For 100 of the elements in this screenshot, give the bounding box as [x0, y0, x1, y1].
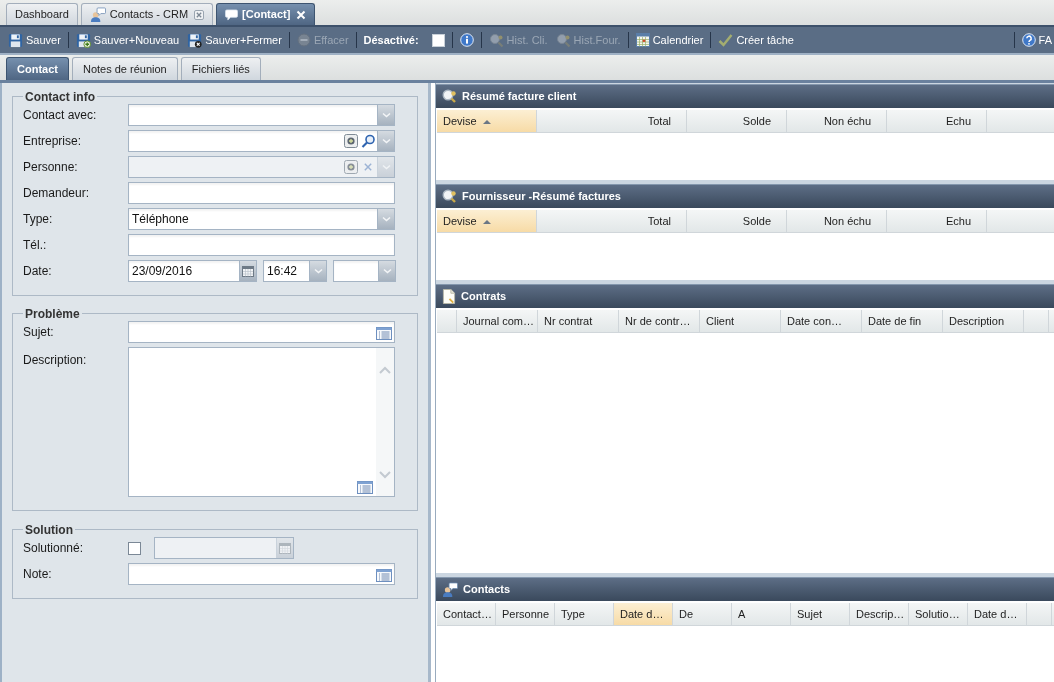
column-header[interactable]: Date d… — [968, 603, 1027, 625]
column-header-filler — [987, 110, 1054, 132]
combo-box[interactable]: Téléphone — [128, 208, 395, 230]
list-icon[interactable] — [357, 481, 373, 494]
text-field[interactable] — [128, 234, 395, 256]
tab[interactable]: [Contact] — [216, 3, 316, 25]
date-input[interactable]: 23/09/2016 — [129, 261, 239, 281]
calendar-icon — [242, 265, 254, 277]
column-header[interactable]: Echu — [887, 110, 987, 132]
floppy-plus-icon — [75, 32, 91, 48]
combo-box[interactable] — [333, 260, 396, 282]
dropdown-button[interactable] — [378, 261, 395, 281]
date-picker-button[interactable] — [239, 261, 256, 281]
chevron-down-icon — [382, 268, 392, 274]
column-header[interactable]: Date d… — [614, 603, 673, 625]
dropdown-button[interactable] — [309, 261, 326, 281]
column-header[interactable]: Total — [537, 210, 687, 232]
task-button[interactable]: Créer tâche — [716, 29, 796, 51]
column-header[interactable]: Solde — [687, 210, 787, 232]
checkmark-icon — [718, 33, 734, 47]
panel-title: Résumé facture client — [462, 89, 577, 105]
search-icon[interactable] — [361, 134, 375, 148]
text-field[interactable] — [128, 563, 395, 585]
people-icon — [442, 582, 458, 597]
dropdown-button[interactable] — [377, 105, 394, 125]
close-icon[interactable] — [194, 9, 205, 20]
field-label: Sujet: — [23, 324, 55, 341]
tab[interactable]: Dashboard — [6, 3, 78, 25]
column-header[interactable]: Nr de contr… — [619, 310, 700, 332]
chevron-down-icon — [313, 268, 323, 274]
section-legend: Problème — [23, 307, 82, 321]
chat-bubble-icon — [225, 8, 239, 21]
chevron-down-icon — [381, 138, 391, 144]
help-button[interactable]: FA — [1019, 29, 1054, 51]
combo-input[interactable]: Téléphone — [129, 209, 377, 229]
people-icon — [89, 7, 106, 22]
chevron-down-icon — [381, 112, 391, 118]
column-header[interactable]: Nr contrat — [538, 310, 619, 332]
dropdown-button[interactable] — [377, 209, 394, 229]
field-label: Solutionné: — [23, 540, 85, 557]
help-icon — [1021, 33, 1036, 47]
column-header[interactable]: Contact… — [437, 603, 496, 625]
column-header[interactable]: Type — [555, 603, 614, 625]
document-icon — [442, 289, 456, 304]
column-header[interactable]: Date con… — [781, 310, 862, 332]
time-input[interactable]: 16:42 — [264, 261, 309, 281]
tab[interactable]: Contact — [6, 57, 69, 80]
column-header[interactable]: Journal com… — [457, 310, 538, 332]
field-label: Type: — [23, 211, 54, 228]
field-label: Entreprise: — [23, 133, 83, 150]
field-label: Personne: — [23, 159, 79, 176]
text-field[interactable] — [128, 182, 395, 204]
list-icon[interactable] — [376, 569, 392, 582]
info-icon — [459, 33, 474, 47]
column-header[interactable]: Descrip… — [850, 603, 909, 625]
column-header[interactable]: Description — [943, 310, 1024, 332]
column-header[interactable]: Devise — [437, 110, 537, 132]
tab[interactable]: Fichiers liés — [180, 57, 261, 80]
column-header[interactable]: Total — [537, 110, 687, 132]
section-legend: Solution — [23, 523, 75, 537]
column-header[interactable]: Devise — [437, 210, 537, 232]
column-header[interactable]: Non échu — [787, 110, 887, 132]
save-button[interactable]: Sauver — [6, 29, 63, 51]
text-field[interactable] — [128, 321, 395, 343]
floppy-x-icon — [187, 32, 203, 48]
column-header[interactable]: Sujet — [791, 603, 850, 625]
column-header[interactable]: Solde — [687, 110, 787, 132]
checkbox[interactable] — [431, 33, 445, 47]
chevron-down-icon — [381, 164, 391, 170]
save-new-button[interactable]: Sauver+Nouveau — [73, 29, 182, 51]
minus-circle-icon — [296, 33, 311, 47]
column-header[interactable]: Date de fin — [862, 310, 943, 332]
column-header[interactable]: Client — [700, 310, 781, 332]
column-header[interactable]: A — [732, 603, 791, 625]
field-label: Description: — [23, 352, 88, 369]
calendar-button[interactable]: Calendrier — [633, 29, 706, 51]
tab[interactable]: Notes de réunion — [71, 57, 178, 80]
tab[interactable]: Contacts - CRM — [80, 3, 214, 25]
scrollbar[interactable] — [376, 348, 394, 496]
column-header[interactable]: Echu — [887, 210, 987, 232]
combo-box[interactable] — [128, 104, 395, 126]
add-icon[interactable] — [344, 134, 358, 148]
panel-title: Fournisseur -Résumé factures — [462, 189, 621, 205]
panel-title: Contrats — [461, 289, 507, 305]
date-field[interactable]: 23/09/2016 — [128, 260, 257, 282]
column-header[interactable]: Non échu — [787, 210, 887, 232]
calendar-icon — [279, 542, 291, 554]
column-header[interactable]: Solutio… — [909, 603, 968, 625]
column-header[interactable]: Personne — [496, 603, 555, 625]
combo-box[interactable]: 16:42 — [263, 260, 327, 282]
magnifier-coin-icon — [555, 32, 571, 48]
panel-title: Contacts — [463, 582, 511, 598]
magnifier-coin-icon — [442, 89, 457, 104]
text-area[interactable] — [128, 347, 395, 497]
column-header-filler — [987, 210, 1054, 232]
field-label: Demandeur: — [23, 185, 91, 202]
save-close-button[interactable]: Sauver+Fermer — [185, 29, 284, 51]
column-header[interactable]: De — [673, 603, 732, 625]
list-icon[interactable] — [376, 327, 392, 340]
lookup-field[interactable] — [128, 130, 395, 152]
